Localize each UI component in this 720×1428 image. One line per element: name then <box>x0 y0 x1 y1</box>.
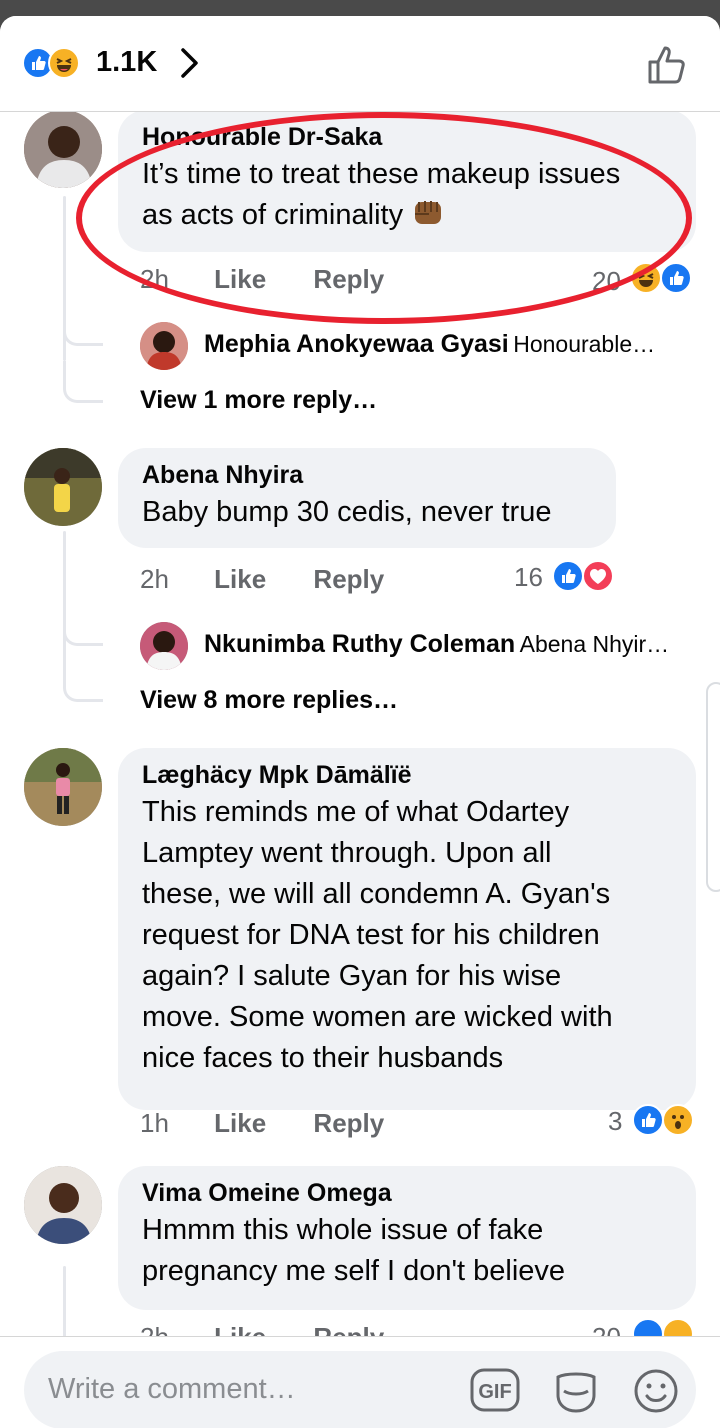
view-more-replies[interactable]: View 8 more replies… <box>140 686 398 715</box>
reaction-count[interactable]: 16 <box>514 562 543 593</box>
like-reaction-icon <box>660 262 692 294</box>
comment-bubble[interactable]: Vima Omeine Omega Hmmm this whole issue … <box>118 1166 696 1310</box>
comment-text-line: these, we will all condemn A. Gyan's <box>142 878 611 910</box>
gif-label: GIF <box>478 1381 511 1403</box>
comment-text-line: nice faces to their husbands <box>142 1042 504 1074</box>
thread-branch <box>63 361 103 403</box>
comment-text-line: It’s time to treat these makeup issues <box>142 158 621 190</box>
comment-text-line: move. Some women are wicked with <box>142 1001 613 1033</box>
view-more-replies[interactable]: View 1 more reply… <box>140 386 377 415</box>
comment-bubble[interactable]: Honourable Dr-Saka It’s time to treat th… <box>118 110 696 252</box>
reply-author[interactable]: Mephia Anokyewaa Gyasi <box>204 330 509 358</box>
comment-author[interactable]: Honourable Dr-Saka <box>142 120 674 154</box>
reply-preview[interactable]: Mephia Anokyewaa Gyasi Honourable… <box>204 330 655 359</box>
like-button[interactable]: Like <box>214 1108 266 1139</box>
thread-branch <box>63 316 103 346</box>
avatar[interactable] <box>140 322 188 370</box>
comment-time[interactable]: 2h <box>140 264 169 295</box>
comment-text: Baby bump 30 cedis, never true <box>142 496 552 528</box>
comment-text-line: request for DNA test for his children <box>142 919 600 951</box>
avatar[interactable] <box>24 448 102 526</box>
avatar[interactable] <box>24 110 102 188</box>
reply-button[interactable]: Reply <box>313 264 384 295</box>
avatar[interactable] <box>24 1166 102 1244</box>
comment-text-line: again? I salute Gyan for his wise <box>142 960 562 992</box>
comment-text-line: as acts of criminality <box>142 199 404 231</box>
comment-reactions[interactable] <box>630 262 700 296</box>
gif-icon[interactable]: GIF <box>470 1367 520 1413</box>
avatar[interactable] <box>140 622 188 670</box>
reaction-count[interactable]: 20 <box>592 266 621 297</box>
haha-reaction-icon <box>630 262 662 294</box>
reply-text: Honourable… <box>513 331 656 357</box>
haha-reaction-icon <box>48 47 80 79</box>
reply-preview[interactable]: Nkunimba Ruthy Coleman Abena Nhyir… <box>204 630 669 659</box>
comment-text-line: Hmmm this whole issue of fake <box>142 1214 544 1246</box>
reaction-count[interactable]: 3 <box>608 1106 622 1137</box>
chevron-right-icon[interactable] <box>178 46 202 80</box>
reply-button[interactable]: Reply <box>313 1108 384 1139</box>
thumbs-up-icon[interactable] <box>644 42 690 88</box>
thread-line <box>63 1266 66 1346</box>
comment-bubble[interactable]: Abena Nhyira Baby bump 30 cedis, never t… <box>118 448 616 548</box>
comment-input-placeholder[interactable]: Write a comment… <box>48 1373 296 1406</box>
reactions-header: 1.1K <box>0 16 720 112</box>
reply-text: Abena Nhyir… <box>519 631 670 657</box>
love-reaction-icon <box>582 560 614 592</box>
raised-fist-emoji <box>415 201 442 224</box>
comment-reactions[interactable] <box>552 560 622 594</box>
like-button[interactable]: Like <box>214 264 266 295</box>
comment-text-line: pregnancy me self I don't believe <box>142 1255 566 1287</box>
reply-button[interactable]: Reply <box>313 564 384 595</box>
comment-time[interactable]: 1h <box>140 1108 169 1139</box>
like-reaction-icon <box>632 1104 664 1136</box>
comment-actions: 2h Like Reply <box>140 264 384 295</box>
comment-time[interactable]: 2h <box>140 564 169 595</box>
wow-reaction-icon <box>662 1104 694 1136</box>
comment-author[interactable]: Vima Omeine Omega <box>142 1176 674 1210</box>
like-reaction-icon <box>552 560 584 592</box>
thread-line <box>63 531 66 661</box>
comment-bubble[interactable]: Læghäcy Mpk Dāmälïë This reminds me of w… <box>118 748 696 1110</box>
scroll-handle[interactable] <box>706 682 720 892</box>
comment-reactions[interactable] <box>632 1104 702 1138</box>
comment-input[interactable]: Write a comment… GIF <box>24 1351 696 1428</box>
comment-actions: 2h Like Reply <box>140 564 384 595</box>
comment-author[interactable]: Læghäcy Mpk Dāmälïë <box>142 758 674 792</box>
reply-author[interactable]: Nkunimba Ruthy Coleman <box>204 630 515 658</box>
thread-branch <box>63 616 103 646</box>
like-button[interactable]: Like <box>214 564 266 595</box>
comment-author[interactable]: Abena Nhyira <box>142 458 594 492</box>
emoji-icon[interactable] <box>632 1367 680 1415</box>
comment-text-line: This reminds me of what Odartey <box>142 796 570 828</box>
comments-sheet: 1.1K Honourable Dr-Saka It’s time to tre… <box>0 16 720 1428</box>
comment-actions: 1h Like Reply <box>140 1108 384 1139</box>
sticker-icon[interactable] <box>552 1367 600 1415</box>
reaction-count[interactable]: 1.1K <box>96 46 157 79</box>
thread-branch <box>63 656 103 702</box>
comment-text-line: Lamptey went through. Upon all <box>142 837 552 869</box>
avatar[interactable] <box>24 748 102 826</box>
reaction-summary[interactable] <box>22 46 92 80</box>
comment-composer-bar: Write a comment… GIF <box>0 1336 720 1428</box>
